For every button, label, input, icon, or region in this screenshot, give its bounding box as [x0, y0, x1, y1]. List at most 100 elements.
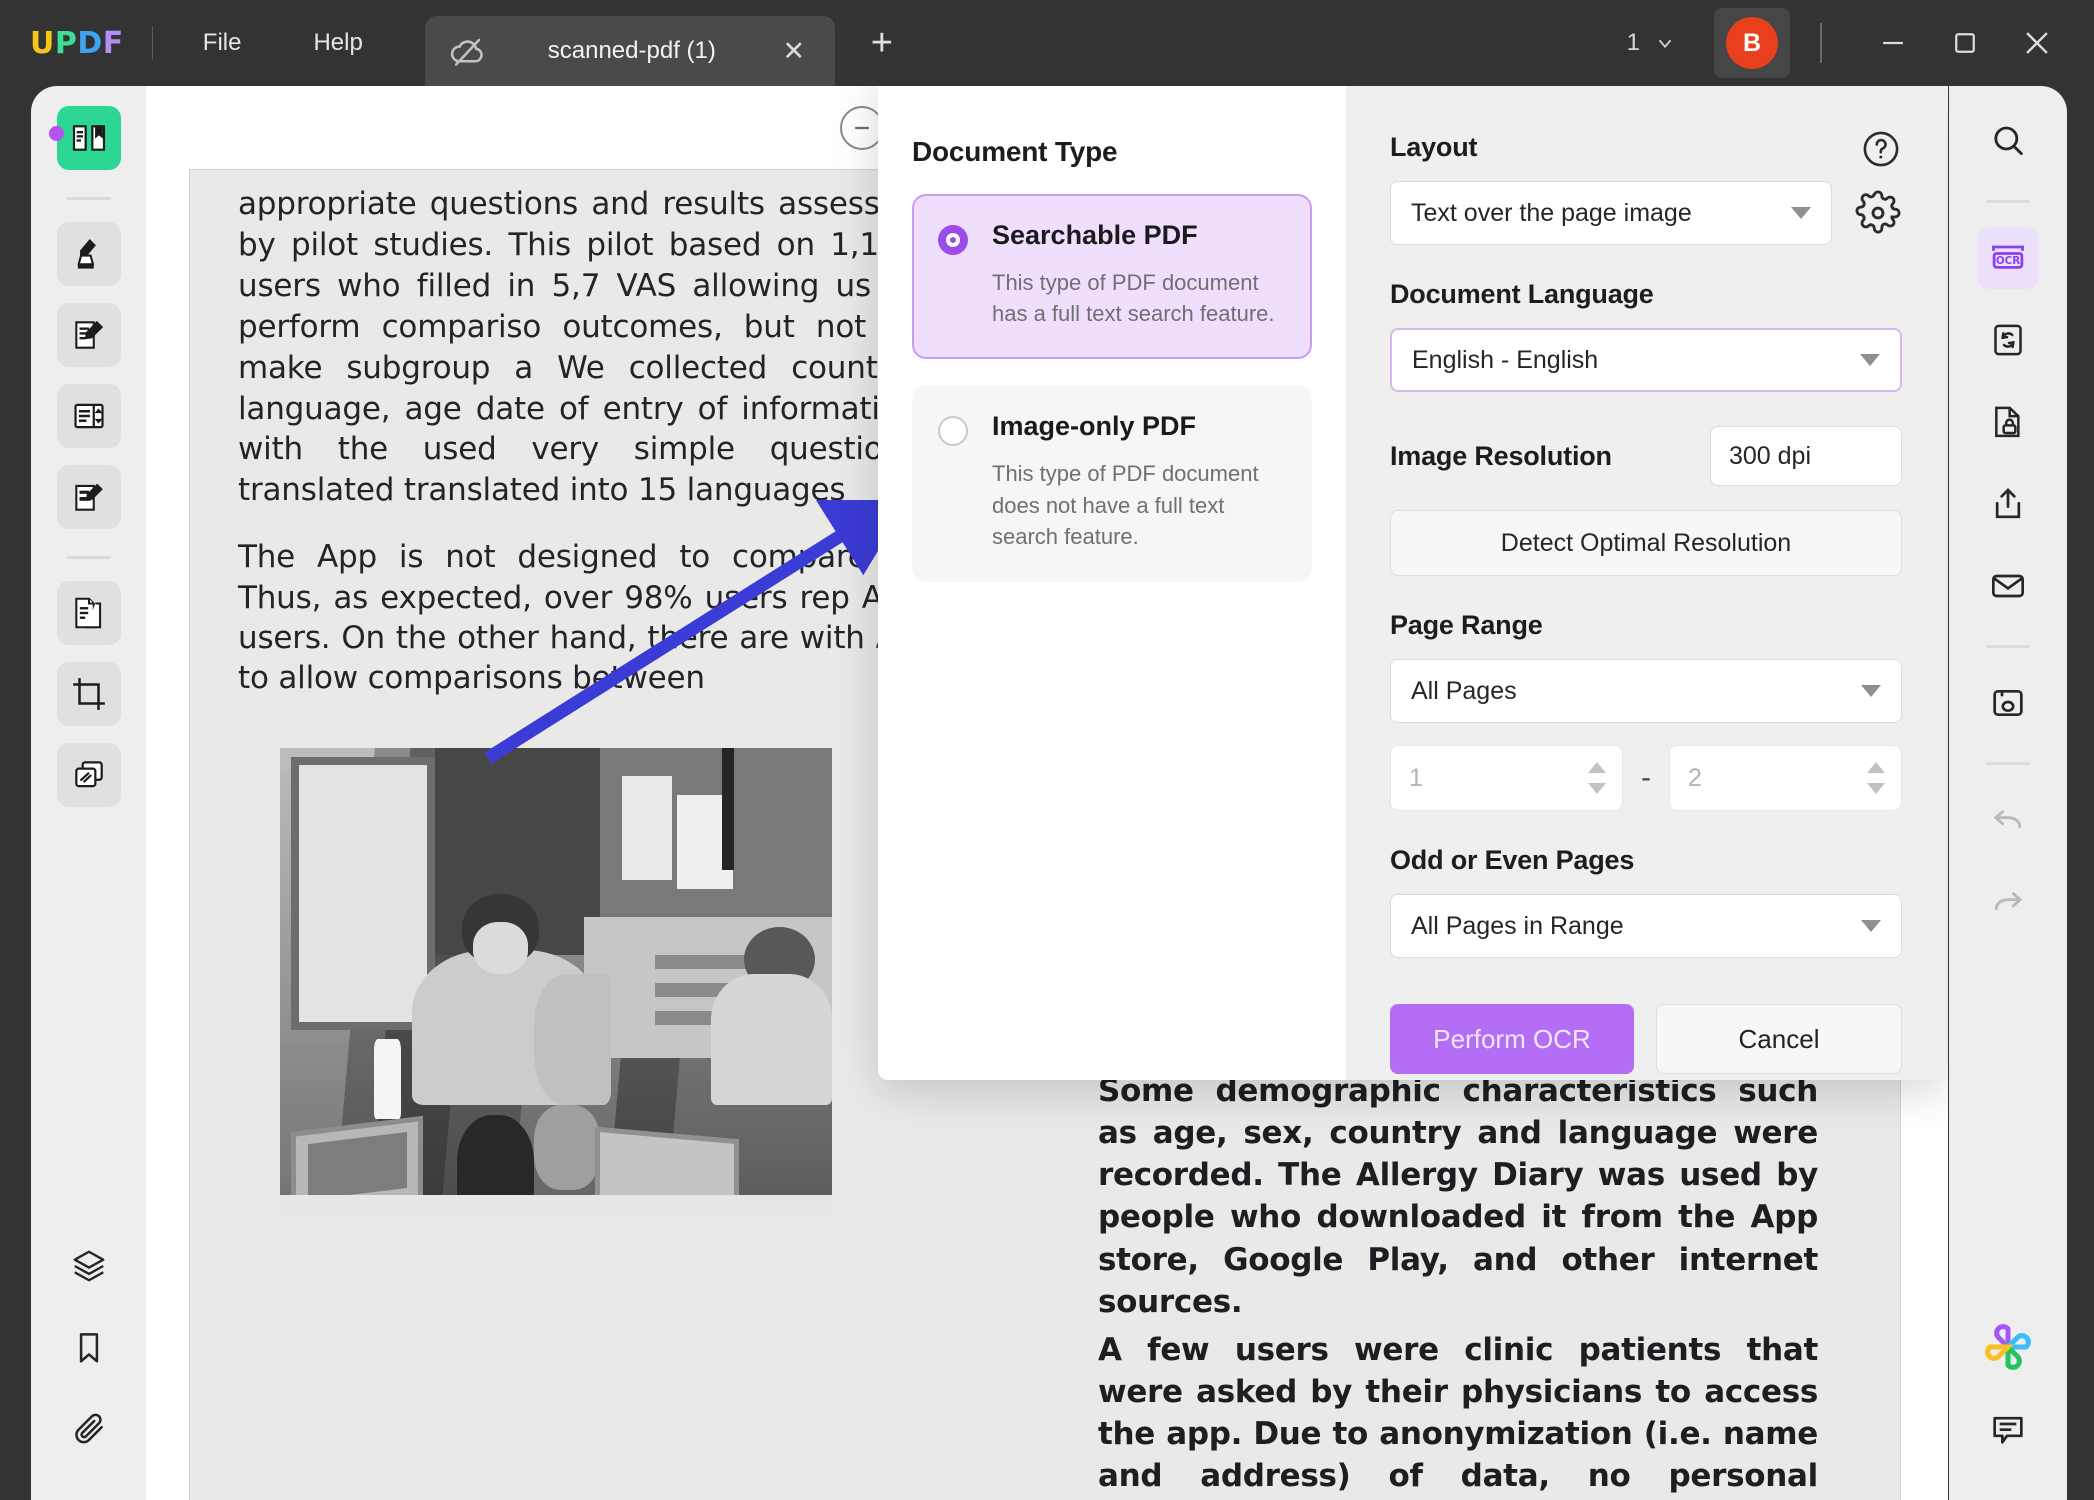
sidebar-item-form[interactable] — [56, 384, 121, 448]
document-language-select[interactable]: English - English — [1390, 328, 1902, 392]
page-range-separator: - — [1641, 761, 1651, 794]
sidebar-item-attachments[interactable] — [57, 1396, 121, 1460]
sidebar-item-annotate[interactable] — [56, 222, 121, 286]
tool-redo[interactable] — [1977, 871, 2039, 933]
ai-flower-icon — [1985, 1324, 2031, 1370]
chevron-down-icon — [1861, 685, 1881, 697]
crop-icon — [72, 678, 105, 710]
highlighter-icon — [76, 239, 96, 269]
tool-search[interactable] — [1977, 110, 2039, 172]
dialog-actions: Perform OCR Cancel — [1390, 1004, 1902, 1074]
tool-share[interactable] — [1977, 473, 2039, 535]
new-tab-button[interactable]: + — [859, 20, 905, 66]
minus-icon — [854, 126, 870, 130]
right-sidebar: OCR — [1949, 86, 2067, 1500]
tool-comments[interactable] — [1977, 1398, 2039, 1460]
document-tab[interactable]: scanned-pdf (1) ✕ — [424, 16, 835, 86]
page-range-label: Page Range — [1390, 610, 1543, 640]
option-image-only-pdf[interactable]: Image-only PDF This type of PDF document… — [912, 385, 1312, 583]
close-icon[interactable]: ✕ — [777, 34, 811, 68]
book-reader-icon — [72, 125, 105, 151]
layers-icon — [73, 1250, 104, 1282]
menu-help[interactable]: Help — [291, 19, 384, 67]
scanned-photo — [280, 748, 832, 1218]
image-resolution-select[interactable]: 300 dpi — [1710, 426, 1902, 486]
layout-settings-button[interactable] — [1854, 189, 1902, 237]
sidebar-item-reader[interactable] — [56, 106, 121, 170]
avatar: B — [1726, 17, 1778, 69]
cloud-off-icon — [449, 32, 487, 70]
account-button[interactable]: B — [1714, 8, 1790, 78]
page-range-from-value: 1 — [1409, 763, 1423, 792]
titlebar: UPDF File Help scanned-pdf (1) ✕ + 1 B — [0, 0, 2094, 86]
tool-ai-assistant[interactable] — [1977, 1316, 2039, 1378]
unsaved-indicator-dot — [49, 126, 64, 141]
svg-text:OCR: OCR — [1996, 255, 2020, 267]
close-window-button[interactable] — [2006, 12, 2068, 74]
minimize-button[interactable] — [1862, 12, 1924, 74]
stepper-arrows-icon[interactable] — [1588, 762, 1606, 794]
image-resolution-value: 300 dpi — [1729, 441, 1812, 470]
cancel-button[interactable]: Cancel — [1656, 1004, 1902, 1074]
sidebar-item-batch[interactable] — [56, 743, 121, 807]
odd-even-value: All Pages in Range — [1411, 911, 1624, 940]
odd-even-label: Odd or Even Pages — [1390, 845, 1635, 875]
tool-ocr[interactable]: OCR — [1977, 227, 2039, 289]
perform-ocr-button[interactable]: Perform OCR — [1390, 1004, 1634, 1074]
image-resolution-label: Image Resolution — [1390, 440, 1612, 471]
maximize-icon — [1955, 33, 1975, 53]
chevron-down-icon — [1860, 354, 1880, 366]
app-body: 24% appropriate questions and results as… — [0, 86, 2094, 1500]
app-logo: UPDF — [30, 25, 124, 61]
page-count-dropdown[interactable]: 1 — [1617, 21, 1686, 65]
odd-even-select[interactable]: All Pages in Range — [1390, 894, 1902, 958]
page-range-from-input[interactable]: 1 — [1390, 745, 1623, 811]
document-language-value: English - English — [1412, 345, 1599, 374]
tool-email[interactable] — [1977, 555, 2039, 617]
tab-title: scanned-pdf (1) — [547, 37, 716, 64]
sidebar-item-crop[interactable] — [56, 662, 121, 726]
page-count-value: 1 — [1626, 29, 1640, 56]
layout-select[interactable]: Text over the page image — [1390, 181, 1832, 245]
stepper-arrows-icon[interactable] — [1867, 762, 1885, 794]
sidebar-divider-2 — [66, 556, 111, 559]
question-circle-icon[interactable] — [1860, 128, 1902, 170]
tool-protect[interactable] — [1977, 391, 2039, 453]
tool-save[interactable] — [1977, 672, 2039, 734]
tool-convert[interactable] — [1977, 309, 2039, 371]
menu-file[interactable]: File — [181, 19, 264, 67]
sidebar-item-layers[interactable] — [57, 1234, 121, 1298]
radio-searchable-pdf[interactable] — [938, 225, 968, 255]
logo-divider — [151, 26, 153, 60]
right-sidebar-divider-2 — [1986, 645, 2030, 648]
page-text-left-column: appropriate questions and results assess… — [238, 184, 918, 724]
redo-arrow-icon — [1994, 892, 2023, 911]
option-label: Searchable PDF — [992, 220, 1198, 250]
save-disk-icon — [1993, 690, 2023, 716]
undo-arrow-icon — [1993, 810, 2022, 829]
convert-document-icon — [1994, 324, 2022, 356]
layout-value: Text over the page image — [1411, 198, 1692, 227]
form-fields-icon — [73, 403, 104, 429]
envelope-icon — [1992, 574, 2025, 598]
tool-undo[interactable] — [1977, 789, 2039, 851]
sidebar-item-organize-pages[interactable] — [56, 581, 121, 645]
page-range-select[interactable]: All Pages — [1390, 659, 1902, 723]
sidebar-item-edit-pdf[interactable] — [56, 303, 121, 367]
sidebar-item-bookmarks[interactable] — [57, 1315, 121, 1379]
batch-process-icon — [74, 761, 103, 788]
page-range-to-input[interactable]: 2 — [1669, 745, 1902, 811]
detect-optimal-resolution-button[interactable]: Detect Optimal Resolution — [1390, 510, 1902, 576]
document-lock-icon — [1995, 406, 2020, 438]
comment-bubble-icon — [1993, 1416, 2023, 1444]
page-copy-icon — [74, 597, 101, 629]
sidebar-item-sign[interactable] — [56, 465, 121, 529]
radio-image-only-pdf[interactable] — [938, 416, 968, 447]
option-searchable-pdf[interactable]: Searchable PDF This type of PDF document… — [912, 194, 1312, 360]
chevron-down-icon — [1861, 920, 1881, 932]
maximize-button[interactable] — [1934, 12, 1996, 74]
titlebar-right: 1 B — [1617, 0, 2094, 86]
page-range-to-value: 2 — [1688, 763, 1702, 792]
layout-label: Layout — [1390, 132, 1478, 162]
option-description: This type of PDF document has a full tex… — [992, 270, 1275, 327]
